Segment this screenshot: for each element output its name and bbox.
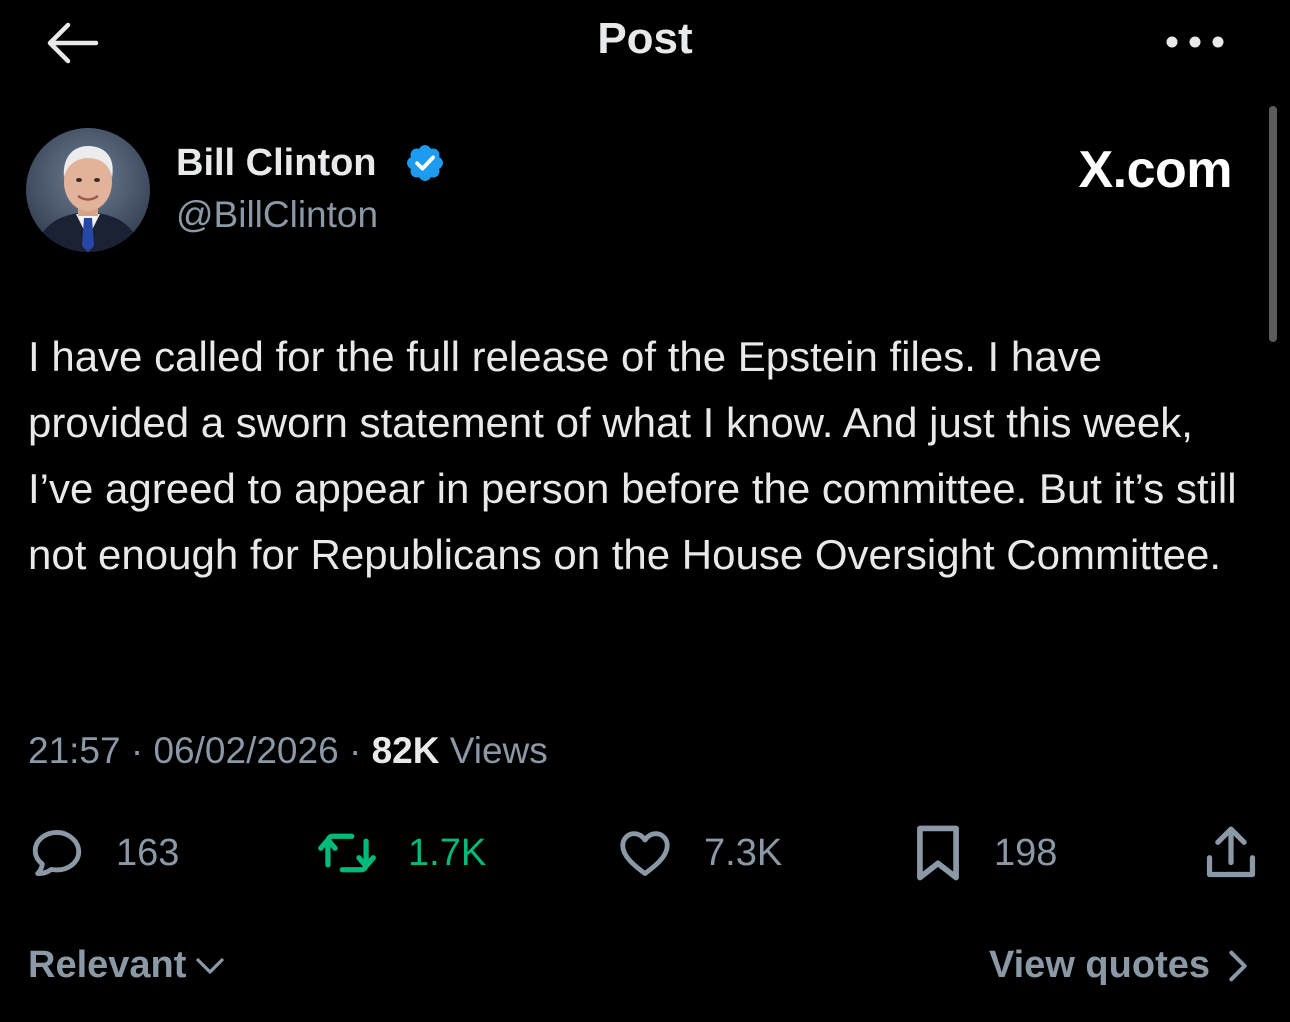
chevron-down-icon	[196, 957, 225, 974]
views-label: Views	[449, 730, 548, 771]
meta-separator: ·	[348, 730, 362, 771]
scrollbar[interactable]	[1269, 106, 1277, 342]
reply-count: 163	[116, 831, 180, 874]
post-time: 21:57	[28, 730, 121, 771]
heart-icon	[620, 831, 670, 876]
more-horizontal-icon	[1166, 36, 1224, 48]
page-title: Post	[597, 14, 693, 63]
post-meta: 21:57 · 06/02/2026 · 82K Views	[28, 730, 548, 772]
more-options-button[interactable]	[1160, 22, 1230, 62]
views-count: 82K	[371, 730, 440, 771]
author-handle[interactable]: @BillClinton	[176, 194, 378, 236]
repost-icon	[318, 833, 376, 873]
sort-label: Relevant	[28, 944, 187, 986]
bookmark-icon	[917, 825, 959, 881]
bookmark-count: 198	[994, 831, 1058, 874]
author-display-name[interactable]: Bill Clinton	[176, 142, 377, 185]
view-quotes-link[interactable]: View quotes	[989, 944, 1252, 987]
share-button[interactable]	[1202, 818, 1260, 888]
verified-badge-icon[interactable]	[404, 142, 446, 184]
watermark-text: X.com	[1078, 141, 1232, 199]
bookmark-button[interactable]: 198	[912, 818, 1057, 888]
reply-icon	[32, 830, 82, 876]
like-count: 7.3K	[704, 831, 783, 874]
repost-count: 1.7K	[408, 831, 487, 874]
post-date: 06/02/2026	[153, 730, 339, 771]
share-icon	[1206, 826, 1256, 878]
avatar[interactable]	[26, 128, 150, 252]
reply-button[interactable]: 163	[28, 818, 179, 888]
action-bar: 163 1.7K 7.3K 198	[0, 818, 1290, 888]
sort-replies-dropdown[interactable]: Relevant	[28, 944, 228, 987]
top-bar: Post	[0, 0, 1290, 84]
post-text: I have called for the full release of th…	[28, 333, 1237, 578]
view-quotes-label: View quotes	[988, 944, 1210, 986]
repost-button[interactable]: 1.7K	[316, 818, 486, 888]
meta-separator: ·	[130, 730, 144, 771]
chevron-right-icon	[1229, 950, 1247, 981]
like-button[interactable]: 7.3K	[616, 818, 782, 888]
